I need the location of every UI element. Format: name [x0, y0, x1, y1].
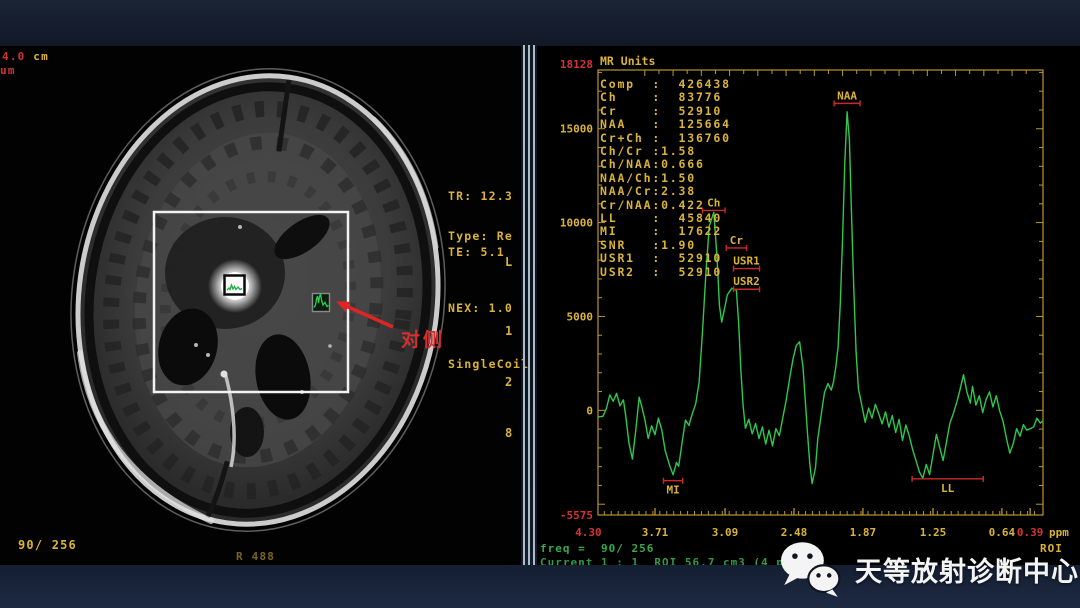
metric-row: NAA : 125664 [600, 118, 731, 131]
x-axis-label: 2.48 [781, 526, 808, 539]
metric-row: Cr : 52910 [600, 105, 731, 118]
brain-mri-image [0, 46, 521, 565]
metric-row: USR1 : 52910 [600, 252, 731, 265]
y-axis-label: 18128 [560, 58, 593, 71]
panel-divider [521, 45, 537, 565]
x-axis-label: 4.30 [575, 526, 602, 539]
fov-unit: cm [33, 50, 49, 63]
fov-scale-label: 4.0 cm [2, 50, 49, 63]
metabolite-metrics-list: Comp : 426438Ch : 83776Cr : 52910NAA : 1… [600, 78, 731, 279]
peak-label-USR1: USR1 [733, 255, 760, 268]
metric-row: Ch/Cr :1.58 [600, 145, 731, 158]
voxel-marker-lesion[interactable] [225, 276, 245, 295]
bottom-partial-text: R 488 [236, 550, 275, 563]
te-value: TE: 5.1 [448, 243, 529, 262]
metric-row: Ch/NAA:0.666 [600, 158, 731, 171]
peak-label-Cr: Cr [730, 234, 744, 247]
metric-row: Ch : 83776 [600, 91, 731, 104]
mrs-workstation-screen: 4.0 cm um TR: 12.3 TE: 5.1 NEX: 1.0 Sing… [0, 0, 1080, 608]
x-axis-label: 0.39 [1017, 526, 1043, 539]
freq-status-line: freq = 90/ 256 [540, 542, 654, 555]
x-axis-label: 1.87 [850, 526, 877, 539]
chart-title: MR Units [600, 54, 655, 68]
y-axis-label: 5000 [567, 310, 594, 323]
watermark: 天等放射诊断中心 [775, 539, 1079, 599]
metric-row: NAA/Ch:1.50 [600, 172, 731, 185]
x-axis-unit: ppm [1049, 526, 1069, 539]
y-axis-label: -5575 [560, 509, 593, 522]
fov-sub-label: um [0, 64, 16, 77]
metric-row: SNR :1.90 [600, 239, 731, 252]
metric-row: NAA/Cr:2.38 [600, 185, 731, 198]
voxel-marker-contralateral[interactable] [313, 294, 330, 312]
fov-value: 4.0 [2, 50, 25, 63]
wechat-icon [775, 539, 847, 599]
y-axis-label: 15000 [560, 123, 593, 136]
metric-row: LL : 45840 [600, 212, 731, 225]
y-axis-label: 0 [586, 404, 593, 417]
metric-row: USR2 : 52910 [600, 266, 731, 279]
peak-label-LL: LL [941, 482, 955, 495]
peak-label-USR2: USR2 [733, 275, 760, 288]
contralateral-annotation: 对侧 [401, 334, 445, 347]
y-axis-label: 10000 [560, 217, 593, 230]
type-label: Type: Re [448, 230, 513, 243]
x-axis-label: 3.09 [712, 526, 739, 539]
spectroscopy-panel: 18128 15000 10000 5000 0 -5575 4.30 3.71 3.09 2.4… [537, 46, 1080, 565]
metric-row: Cr+Ch : 136760 [600, 132, 731, 145]
watermark-text: 天等放射诊断中心 [855, 550, 1079, 589]
metric-row: Cr/NAA:0.422 [600, 199, 731, 212]
x-axis-label: 1.25 [920, 526, 947, 539]
current-status-line: Current 1 : 1 ROI 56.7 cm3 (4 pix ) [540, 556, 814, 565]
laterality-label: L [505, 256, 513, 269]
tr-value: TR: 12.3 [448, 187, 529, 206]
metric-row: Comp : 426438 [600, 78, 731, 91]
x-axis-label: 3.71 [642, 526, 669, 539]
bright-spot [221, 371, 228, 378]
peak-label-MI: MI [666, 484, 679, 497]
metric-row: MI : 17622 [600, 225, 731, 238]
peak-label-NAA: NAA [837, 89, 857, 102]
mri-panel: 4.0 cm um TR: 12.3 TE: 5.1 NEX: 1.0 Sing… [0, 46, 521, 565]
x-axis-label: 0.64 [989, 526, 1016, 539]
frame-counter: 90/ 256 [18, 539, 77, 552]
